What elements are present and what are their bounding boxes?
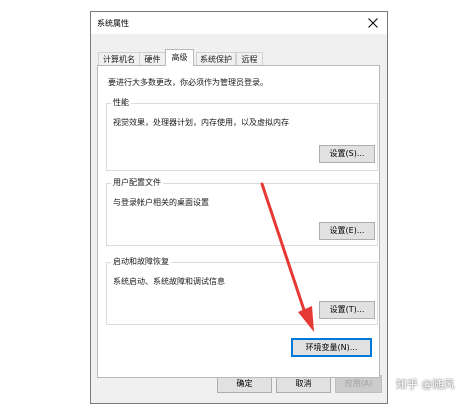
annotation-arrow — [260, 182, 314, 332]
watermark: 知乎 @随风 — [396, 378, 455, 391]
